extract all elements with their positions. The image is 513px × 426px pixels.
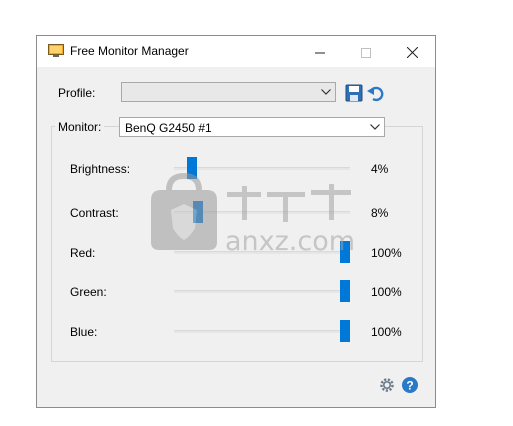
close-icon: [406, 46, 418, 59]
brightness-track[interactable]: [174, 167, 350, 170]
red-thumb[interactable]: [340, 241, 350, 263]
undo-icon[interactable]: [367, 84, 385, 102]
contrast-label: Contrast:: [70, 206, 119, 220]
green-label: Green:: [70, 285, 107, 299]
brightness-label: Brightness:: [70, 162, 131, 176]
save-icon[interactable]: [345, 84, 363, 102]
maximize-icon: [361, 47, 371, 58]
blue-thumb[interactable]: [340, 320, 350, 342]
monitor-label: Monitor:: [55, 120, 105, 134]
green-thumb[interactable]: [340, 280, 350, 302]
app-window: Free Monitor Manager Profile: Monitor: B…: [36, 35, 436, 408]
maximize-button[interactable]: [343, 36, 389, 67]
title-bar: Free Monitor Manager: [37, 36, 435, 67]
profile-dropdown[interactable]: [121, 82, 336, 102]
contrast-value: 8%: [371, 206, 389, 220]
green-track[interactable]: [174, 290, 350, 293]
blue-label: Blue:: [70, 325, 98, 339]
brightness-value: 4%: [371, 162, 389, 176]
minimize-icon: [315, 52, 325, 54]
gear-icon[interactable]: [378, 376, 396, 394]
red-value: 100%: [371, 246, 402, 260]
green-value: 100%: [371, 285, 402, 299]
profile-label: Profile:: [58, 86, 96, 100]
blue-value: 100%: [371, 325, 402, 339]
monitor-value: BenQ G2450 #1: [125, 121, 212, 135]
app-monitor-icon: [48, 44, 64, 57]
help-icon[interactable]: ?: [401, 376, 419, 394]
red-label: Red:: [70, 246, 96, 260]
chevron-down-icon: [370, 124, 380, 130]
brightness-thumb[interactable]: [187, 157, 197, 179]
window-title: Free Monitor Manager: [70, 44, 189, 58]
chevron-down-icon: [321, 89, 331, 95]
blue-track[interactable]: [174, 330, 350, 333]
close-button[interactable]: [389, 36, 435, 67]
red-track[interactable]: [174, 251, 350, 254]
monitor-dropdown[interactable]: BenQ G2450 #1: [119, 117, 385, 137]
minimize-button[interactable]: [297, 36, 343, 67]
contrast-thumb[interactable]: [193, 201, 203, 223]
svg-text:?: ?: [406, 379, 413, 393]
